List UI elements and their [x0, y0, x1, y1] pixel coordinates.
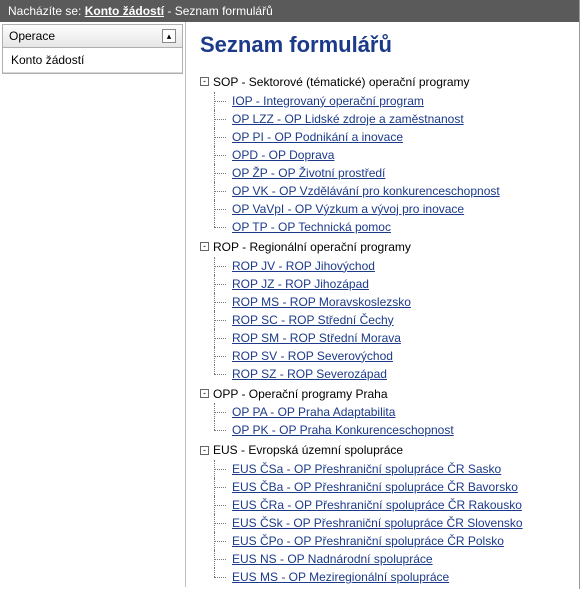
tree-leaf-link[interactable]: OP PA - OP Praha Adaptabilita	[232, 405, 395, 419]
tree-group: -EUS - Evropská územní spolupráce EUS ČSa…	[200, 440, 565, 586]
tree-group-label: OPP - Operační programy Praha	[213, 386, 388, 400]
tree-group: -SOP - Sektorové (tématické) operační pr…	[200, 72, 565, 236]
breadcrumb: Nacházíte se: Konto žádostí - Seznam for…	[0, 0, 579, 22]
tree-leaf: ROP SZ - ROP Severozápad	[214, 365, 565, 383]
tree-leaf: ROP SV - ROP Severovýchod	[214, 347, 565, 365]
sidebar-item-konto-zadosti[interactable]: Konto žádostí	[3, 48, 182, 73]
tree-leaf-link[interactable]: EUS NS - OP Nadnárodní spolupráce	[232, 552, 433, 566]
content: Seznam formulářů -SOP - Sektorové (témat…	[186, 22, 579, 587]
page-title: Seznam formulářů	[200, 32, 565, 58]
tree-leaf-link[interactable]: ROP SC - ROP Střední Čechy	[232, 313, 394, 327]
tree-leaf: EUS ČRa - OP Přeshraniční spolupráce ČR …	[214, 496, 565, 514]
tree-group-label: EUS - Evropská územní spolupráce	[213, 443, 403, 457]
tree-toggle-icon[interactable]: -	[200, 389, 209, 398]
tree-leaf-link[interactable]: EUS ČBa - OP Přeshraniční spolupráce ČR …	[232, 480, 518, 494]
tree-leaf-link[interactable]: OP TP - OP Technická pomoc	[232, 220, 391, 234]
breadcrumb-link[interactable]: Konto žádostí	[85, 4, 164, 18]
tree-leaf-link[interactable]: ROP SV - ROP Severovýchod	[232, 349, 393, 363]
tree-leaf-link[interactable]: ROP SZ - ROP Severozápad	[232, 367, 387, 381]
tree-leaf-link[interactable]: EUS ČSk - OP Přeshraniční spolupráce ČR …	[232, 516, 523, 530]
sidebar-panel-header[interactable]: Operace ▴	[3, 25, 182, 48]
tree-leaf-link[interactable]: ROP SM - ROP Střední Morava	[232, 331, 401, 345]
tree-group-label: ROP - Regionální operační programy	[213, 240, 411, 254]
tree-leaf-link[interactable]: EUS ČRa - OP Přeshraniční spolupráce ČR …	[232, 498, 522, 512]
tree-leaf-link[interactable]: EUS ČSa - OP Přeshraniční spolupráce ČR …	[232, 462, 501, 476]
tree-leaf: OPD - OP Doprava	[214, 146, 565, 164]
tree-leaf: EUS ČSk - OP Přeshraniční spolupráce ČR …	[214, 514, 565, 532]
tree-leaf-link[interactable]: OP VaVpI - OP Výzkum a vývoj pro inovace	[232, 202, 464, 216]
sidebar-panel-title: Operace	[9, 29, 55, 43]
breadcrumb-suffix: - Seznam formulářů	[167, 4, 272, 18]
tree-leaf: IOP - Integrovaný operační program	[214, 92, 565, 110]
tree-leaf-link[interactable]: OP PK - OP Praha Konkurenceschopnost	[232, 423, 454, 437]
tree-leaf: EUS NS - OP Nadnárodní spolupráce	[214, 550, 565, 568]
tree-leaf: ROP SM - ROP Střední Morava	[214, 329, 565, 347]
tree-leaf: OP PA - OP Praha Adaptabilita	[214, 403, 565, 421]
tree-leaf-link[interactable]: OP PI - OP Podnikání a inovace	[232, 130, 403, 144]
tree-leaf: EUS MS - OP Meziregionální spolupráce	[214, 568, 565, 586]
tree-leaf-link[interactable]: IOP - Integrovaný operační program	[232, 94, 424, 108]
collapse-icon[interactable]: ▴	[162, 29, 176, 43]
sidebar: Operace ▴ Konto žádostí	[0, 22, 186, 587]
tree-leaf: ROP MS - ROP Moravskoslezsko	[214, 293, 565, 311]
tree-leaf: ROP JZ - ROP Jihozápad	[214, 275, 565, 293]
tree-leaf: OP VaVpI - OP Výzkum a vývoj pro inovace	[214, 200, 565, 218]
tree-leaf: OP ŽP - OP Životní prostředí	[214, 164, 565, 182]
tree-leaf-link[interactable]: ROP JV - ROP Jihovýchod	[232, 259, 375, 273]
tree-leaf: OP TP - OP Technická pomoc	[214, 218, 565, 236]
tree-leaf-link[interactable]: OP VK - OP Vzdělávání pro konkurencescho…	[232, 184, 500, 198]
tree-leaf-link[interactable]: OPD - OP Doprava	[232, 148, 334, 162]
breadcrumb-prefix: Nacházíte se:	[8, 4, 81, 18]
tree-leaf: OP VK - OP Vzdělávání pro konkurencescho…	[214, 182, 565, 200]
tree-group: -OPP - Operační programy Praha OP PA - OP…	[200, 384, 565, 440]
tree-leaf-link[interactable]: OP ŽP - OP Životní prostředí	[232, 166, 385, 180]
tree-toggle-icon[interactable]: -	[200, 77, 209, 86]
tree-leaf: ROP SC - ROP Střední Čechy	[214, 311, 565, 329]
sidebar-panel: Operace ▴ Konto žádostí	[2, 24, 183, 74]
tree-toggle-icon[interactable]: -	[200, 446, 209, 455]
tree-leaf: OP PI - OP Podnikání a inovace	[214, 128, 565, 146]
tree-leaf: OP LZZ - OP Lidské zdroje a zaměstnanost	[214, 110, 565, 128]
tree-toggle-icon[interactable]: -	[200, 242, 209, 251]
sidebar-item-label: Konto žádostí	[11, 53, 84, 67]
tree-leaf: OP PK - OP Praha Konkurenceschopnost	[214, 421, 565, 439]
tree-leaf: EUS ČSa - OP Přeshraniční spolupráce ČR …	[214, 460, 565, 478]
tree-leaf: ROP JV - ROP Jihovýchod	[214, 257, 565, 275]
tree-leaf: EUS ČBa - OP Přeshraniční spolupráce ČR …	[214, 478, 565, 496]
tree-group: -ROP - Regionální operační programy ROP J…	[200, 237, 565, 383]
tree-leaf-link[interactable]: EUS ČPo - OP Přeshraniční spolupráce ČR …	[232, 534, 504, 548]
tree-leaf: EUS ČPo - OP Přeshraniční spolupráce ČR …	[214, 532, 565, 550]
tree-leaf-link[interactable]: ROP MS - ROP Moravskoslezsko	[232, 295, 411, 309]
tree-group-label: SOP - Sektorové (tématické) operační pro…	[213, 75, 470, 89]
tree-leaf-link[interactable]: EUS MS - OP Meziregionální spolupráce	[232, 570, 449, 584]
tree: -SOP - Sektorové (tématické) operační pr…	[200, 72, 565, 586]
tree-leaf-link[interactable]: OP LZZ - OP Lidské zdroje a zaměstnanost	[232, 112, 464, 126]
tree-leaf-link[interactable]: ROP JZ - ROP Jihozápad	[232, 277, 369, 291]
